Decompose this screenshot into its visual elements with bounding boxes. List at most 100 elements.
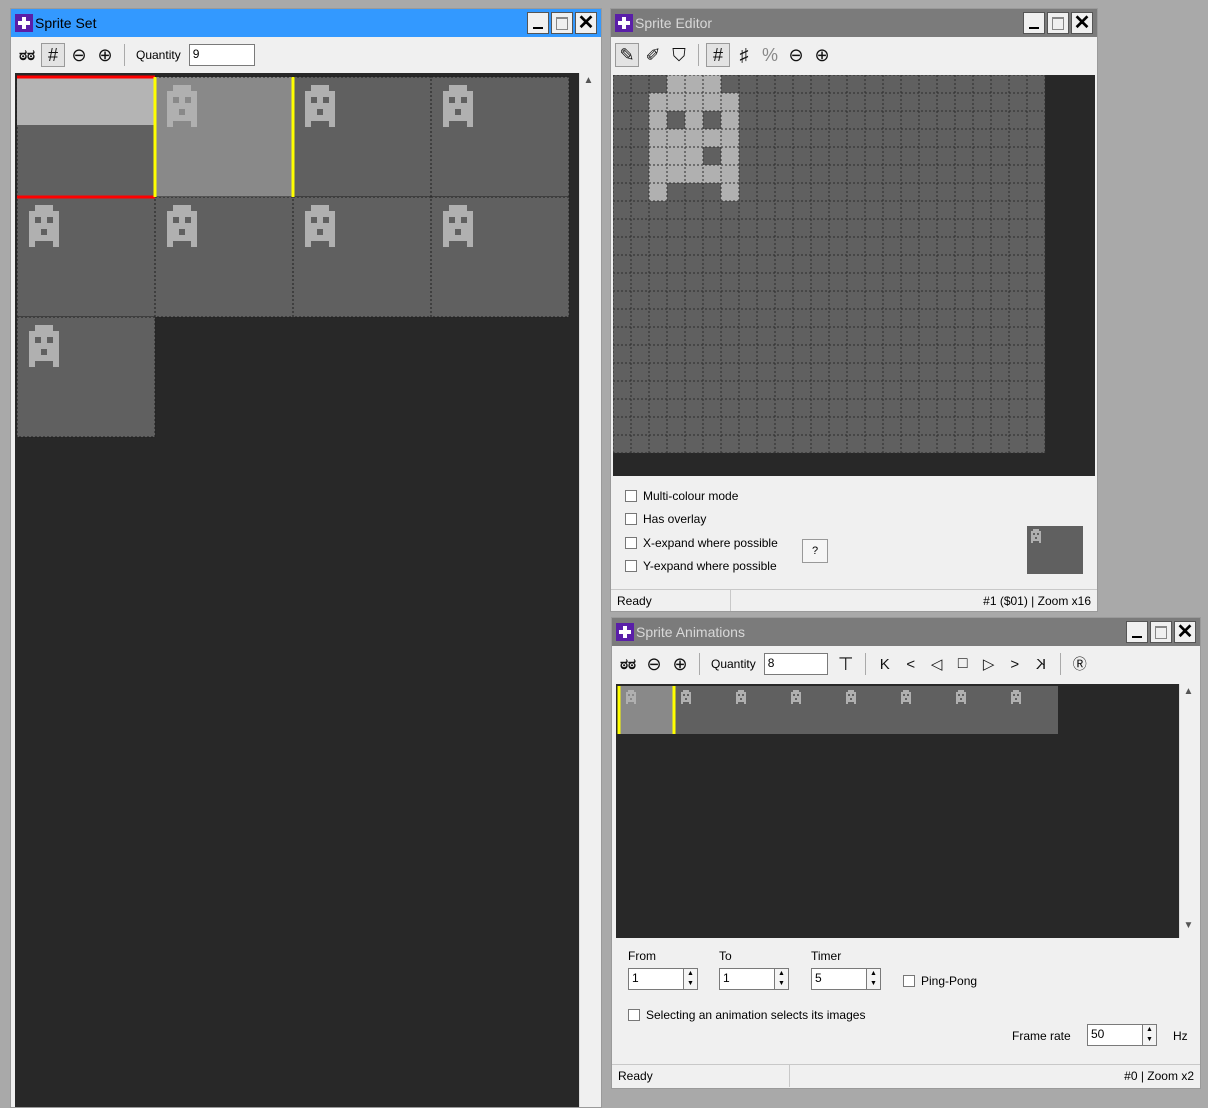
sprite-set-canvas[interactable] [15, 73, 579, 1108]
zoom-in-icon[interactable]: ⊕ [668, 652, 692, 676]
y-expand-checkbox[interactable] [625, 560, 637, 572]
fill-icon[interactable]: ⛉ [667, 43, 691, 67]
minimize-button[interactable] [1126, 621, 1148, 643]
maximize-button[interactable] [1150, 621, 1172, 643]
sprite-pixel [630, 692, 632, 694]
zoom-in-icon[interactable]: ⊕ [810, 43, 834, 67]
from-spinner[interactable]: 1 ▲ ▼ [628, 968, 698, 990]
multicolour-option[interactable]: Multi-colour mode [625, 489, 738, 503]
multicolour-checkbox[interactable] [625, 490, 637, 502]
sprite-pixel [29, 211, 35, 217]
close-button[interactable]: ✕ [575, 12, 597, 34]
grid-icon[interactable]: # [41, 43, 65, 67]
scroll-down-arrow[interactable]: ▼ [1180, 920, 1197, 936]
pingpong-checkbox[interactable] [903, 975, 915, 987]
to-input[interactable]: 1 [719, 968, 775, 990]
percent-grid-icon[interactable]: % [758, 43, 782, 67]
x-expand-option[interactable]: X-expand where possible [625, 536, 778, 550]
sprite-pixel [329, 91, 335, 97]
close-button[interactable]: ✕ [1071, 12, 1093, 34]
pencil-plus-icon[interactable]: ✐ [641, 43, 665, 67]
first-frame-icon[interactable]: K [873, 652, 897, 676]
previous-frame-icon[interactable]: < [899, 652, 923, 676]
sprite-pixel [854, 692, 856, 694]
play-forward-icon[interactable]: ▷ [977, 652, 1001, 676]
sprite-pixel [685, 93, 703, 111]
zoom-in-icon[interactable]: ⊕ [93, 43, 117, 67]
sprite-pixel [47, 325, 53, 331]
sprite-thumbnail [305, 85, 335, 127]
sprite-pixel [35, 331, 41, 337]
scroll-up-arrow[interactable]: ▲ [1180, 686, 1197, 702]
timer-spinner[interactable]: 5 ▲ ▼ [811, 968, 881, 990]
sprite-pixel [721, 183, 739, 201]
to-spinner[interactable]: 1 ▲ ▼ [719, 968, 789, 990]
sprite-editor-titlebar[interactable]: Sprite Editor ✕ [611, 9, 1097, 37]
close-button[interactable]: ✕ [1174, 621, 1196, 643]
last-frame-icon[interactable]: K [1029, 652, 1053, 676]
zoom-out-icon[interactable]: ⊖ [67, 43, 91, 67]
glasses-icon[interactable]: ಠಠ [15, 43, 39, 67]
grid-icon[interactable]: # [706, 43, 730, 67]
sprite-pixel [461, 205, 467, 211]
sprite-set-scrollbar[interactable]: ▲ [579, 73, 597, 1107]
glasses-icon[interactable]: ಠಠ [616, 652, 640, 676]
link-frames-icon[interactable]: ⊤ [834, 652, 858, 676]
sprite-pixel [721, 93, 739, 111]
animation-scrollbar[interactable]: ▲ ▼ [1179, 684, 1197, 938]
sprite-pixel [685, 700, 687, 702]
help-button[interactable]: ? [802, 539, 828, 563]
scroll-up-arrow[interactable]: ▲ [580, 75, 597, 91]
select-anim-option[interactable]: Selecting an animation selects its image… [628, 1008, 865, 1022]
pingpong-option[interactable]: Ping-Pong [903, 974, 977, 988]
framerate-input[interactable]: 50 [1087, 1024, 1143, 1046]
sprite-pixel [47, 235, 53, 241]
sprite-pixel [443, 97, 449, 103]
pixel-grid[interactable] [613, 75, 1095, 476]
sprite-set-titlebar[interactable]: Sprite Set ✕ [11, 9, 601, 37]
timer-spin-buttons[interactable]: ▲ ▼ [867, 968, 881, 990]
sprite-pixel [797, 698, 799, 700]
framerate-spin-buttons[interactable]: ▲ ▼ [1143, 1024, 1157, 1046]
sprite-pixel [173, 229, 179, 235]
sprite-pixel [795, 694, 797, 696]
sprite-pixel [1017, 698, 1019, 700]
sprite-pixel [323, 103, 329, 109]
minimize-button[interactable] [1023, 12, 1045, 34]
select-anim-checkbox[interactable] [628, 1009, 640, 1021]
pencil-icon[interactable]: ✎ [615, 43, 639, 67]
sprite-pixel [685, 692, 687, 694]
sprite-pixel [179, 85, 185, 91]
sprite-pixel [903, 700, 905, 702]
overlay-checkbox[interactable] [625, 513, 637, 525]
animation-frame-strip[interactable] [616, 684, 1179, 938]
sprite-pixel [667, 129, 685, 147]
x-expand-checkbox[interactable] [625, 537, 637, 549]
sprite-pixel [1035, 529, 1037, 531]
fine-grid-icon[interactable]: ♯ [732, 43, 756, 67]
sprite-pixel [685, 694, 687, 696]
quantity-input[interactable]: 8 [763, 653, 828, 675]
framerate-spinner[interactable]: 50 ▲ ▼ [1087, 1024, 1157, 1046]
maximize-button[interactable] [551, 12, 573, 34]
sprite-editor-canvas[interactable] [613, 75, 1095, 476]
stop-icon[interactable]: □ [951, 652, 975, 676]
sprite-set-grid[interactable] [15, 73, 579, 1108]
zoom-out-icon[interactable]: ⊖ [642, 652, 666, 676]
timer-input[interactable]: 5 [811, 968, 867, 990]
animation-frames-canvas[interactable] [616, 684, 1179, 938]
next-frame-icon[interactable]: > [1003, 652, 1027, 676]
from-input[interactable]: 1 [628, 968, 684, 990]
to-spin-buttons[interactable]: ▲ ▼ [775, 968, 789, 990]
sprite-animations-titlebar[interactable]: Sprite Animations ✕ [612, 618, 1200, 646]
sprite-pixel [793, 700, 795, 702]
from-spin-buttons[interactable]: ▲ ▼ [684, 968, 698, 990]
overlay-option[interactable]: Has overlay [625, 512, 706, 526]
y-expand-option[interactable]: Y-expand where possible [625, 559, 777, 573]
quantity-input[interactable]: 9 [188, 44, 255, 66]
maximize-button[interactable] [1047, 12, 1069, 34]
minimize-button[interactable] [527, 12, 549, 34]
play-backward-icon[interactable]: ◁ [925, 652, 949, 676]
zoom-out-icon[interactable]: ⊖ [784, 43, 808, 67]
reset-icon[interactable]: Ⓡ [1068, 652, 1092, 676]
